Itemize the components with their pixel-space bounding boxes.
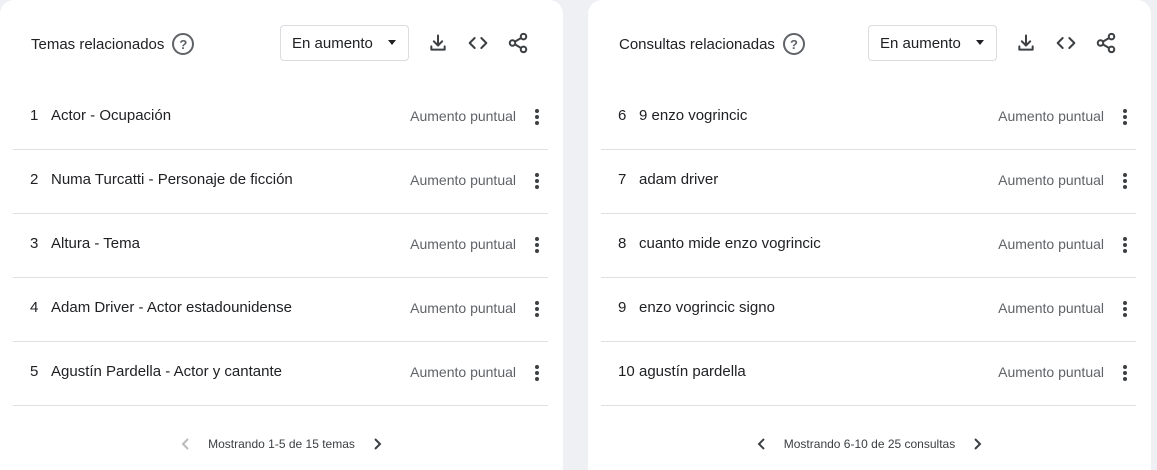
item-rank: 9 <box>618 299 627 316</box>
more-options-icon[interactable] <box>1122 363 1128 383</box>
item-rank: 5 <box>30 363 39 380</box>
more-options-icon[interactable] <box>1122 235 1128 255</box>
chevron-right-icon[interactable] <box>367 434 387 454</box>
list-item[interactable]: 9 enzo vogrincic signo Aumento puntual <box>601 278 1136 342</box>
share-icon[interactable] <box>1094 31 1118 55</box>
list-item[interactable]: 6 9 enzo vogrincic Aumento puntual <box>601 86 1136 150</box>
item-label[interactable]: Agustín Pardella - Actor y cantante <box>51 363 282 380</box>
list-item[interactable]: 10 agustín pardella Aumento puntual <box>601 342 1136 406</box>
embed-code-icon[interactable] <box>466 31 490 55</box>
download-icon[interactable] <box>426 31 450 55</box>
chevron-left-icon[interactable] <box>752 434 772 454</box>
item-rank: 8 <box>618 235 627 252</box>
item-label[interactable]: enzo vogrincic signo <box>639 299 775 316</box>
more-options-icon[interactable] <box>534 171 540 191</box>
pagination-text: Mostrando 6-10 de 25 consultas <box>783 437 956 451</box>
item-rank: 2 <box>30 171 39 188</box>
item-value: Aumento puntual <box>410 300 516 316</box>
embed-code-icon[interactable] <box>1054 31 1078 55</box>
item-value: Aumento puntual <box>410 236 516 252</box>
chevron-right-icon[interactable] <box>967 434 987 454</box>
help-icon[interactable]: ? <box>782 33 805 55</box>
list-item[interactable]: 2 Numa Turcatti - Personaje de ficción A… <box>13 150 548 214</box>
item-rank: 6 <box>618 107 627 124</box>
pagination-text: Mostrando 1-5 de 15 temas <box>208 437 355 451</box>
filter-select[interactable]: En aumento <box>868 25 997 61</box>
item-value: Aumento puntual <box>998 364 1104 380</box>
more-options-icon[interactable] <box>534 235 540 255</box>
list-item[interactable]: 8 cuanto mide enzo vogrincic Aumento pun… <box>601 214 1136 278</box>
card-title: Temas relacionados <box>31 35 165 53</box>
queries-list: 6 9 enzo vogrincic Aumento puntual 7 ada… <box>601 86 1136 406</box>
card-header: Temas relacionados ? En aumento <box>0 0 563 88</box>
related-topics-card: Temas relacionados ? En aumento 1 Actor … <box>0 0 563 470</box>
filter-select-value: En aumento <box>880 34 961 52</box>
list-item[interactable]: 4 Adam Driver - Actor estadounidense Aum… <box>13 278 548 342</box>
item-value: Aumento puntual <box>998 172 1104 188</box>
item-rank: 10 <box>618 363 635 380</box>
card-title-wrap: Consultas relacionadas ? <box>619 33 805 55</box>
item-label[interactable]: adam driver <box>639 171 718 188</box>
list-item[interactable]: 7 adam driver Aumento puntual <box>601 150 1136 214</box>
more-options-icon[interactable] <box>534 363 540 383</box>
item-value: Aumento puntual <box>998 236 1104 252</box>
item-label[interactable]: Adam Driver - Actor estadounidense <box>51 299 292 316</box>
topics-list: 1 Actor - Ocupación Aumento puntual 2 Nu… <box>13 86 548 406</box>
list-item[interactable]: 5 Agustín Pardella - Actor y cantante Au… <box>13 342 548 406</box>
filter-select[interactable]: En aumento <box>280 25 409 61</box>
item-rank: 7 <box>618 171 627 188</box>
more-options-icon[interactable] <box>534 107 540 127</box>
more-options-icon[interactable] <box>1122 299 1128 319</box>
item-value: Aumento puntual <box>410 108 516 124</box>
item-label[interactable]: Actor - Ocupación <box>51 107 171 124</box>
download-icon[interactable] <box>1014 31 1038 55</box>
more-options-icon[interactable] <box>1122 171 1128 191</box>
card-header: Consultas relacionadas ? En aumento <box>588 0 1151 88</box>
share-icon[interactable] <box>506 31 530 55</box>
item-label[interactable]: 9 enzo vogrincic <box>639 107 747 124</box>
item-label[interactable]: Altura - Tema <box>51 235 140 252</box>
item-label[interactable]: cuanto mide enzo vogrincic <box>639 235 821 252</box>
item-value: Aumento puntual <box>410 364 516 380</box>
pagination: Mostrando 6-10 de 25 consultas <box>588 433 1151 455</box>
list-item[interactable]: 3 Altura - Tema Aumento puntual <box>13 214 548 278</box>
dropdown-arrow-icon <box>976 40 984 45</box>
item-label[interactable]: Numa Turcatti - Personaje de ficción <box>51 171 293 188</box>
filter-select-value: En aumento <box>292 34 373 52</box>
item-value: Aumento puntual <box>410 172 516 188</box>
item-value: Aumento puntual <box>998 108 1104 124</box>
more-options-icon[interactable] <box>534 299 540 319</box>
help-icon[interactable]: ? <box>172 33 195 55</box>
chevron-left-icon[interactable] <box>176 434 196 454</box>
item-rank: 3 <box>30 235 39 252</box>
more-options-icon[interactable] <box>1122 107 1128 127</box>
related-queries-card: Consultas relacionadas ? En aumento 6 9 … <box>588 0 1151 470</box>
dropdown-arrow-icon <box>388 40 396 45</box>
item-rank: 1 <box>30 107 39 124</box>
item-rank: 4 <box>30 299 39 316</box>
item-value: Aumento puntual <box>998 300 1104 316</box>
card-title-wrap: Temas relacionados ? <box>31 33 195 55</box>
card-title: Consultas relacionadas <box>619 35 775 53</box>
pagination: Mostrando 1-5 de 15 temas <box>0 433 563 455</box>
list-item[interactable]: 1 Actor - Ocupación Aumento puntual <box>13 86 548 150</box>
item-label[interactable]: agustín pardella <box>639 363 746 380</box>
